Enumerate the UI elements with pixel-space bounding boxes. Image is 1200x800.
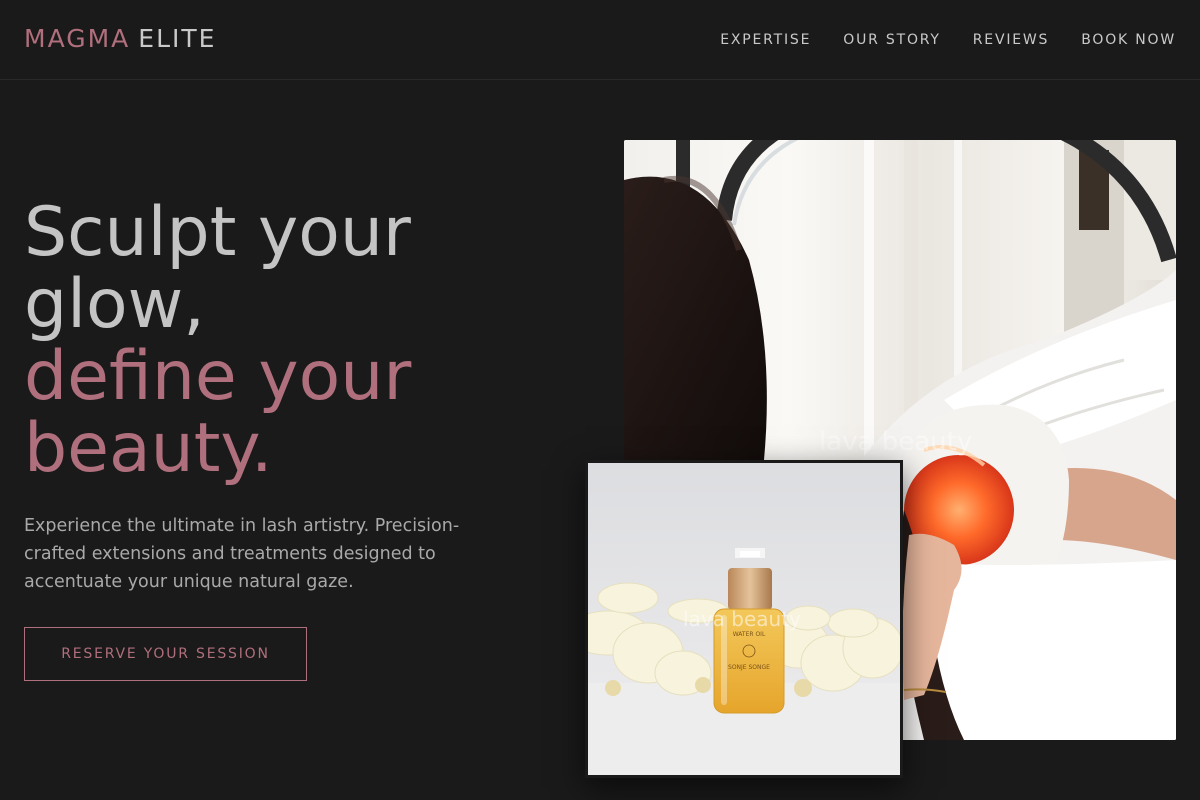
reserve-session-button[interactable]: RESERVE YOUR SESSION bbox=[24, 627, 307, 681]
hero-description: Experience the ultimate in lash artistry… bbox=[24, 516, 460, 592]
nav-link-book-now[interactable]: BOOK NOW bbox=[1081, 30, 1176, 50]
serum-bottle-photo: WATER OIL SONJE SONGE lava beauty bbox=[585, 460, 903, 778]
bottle-label-brand: SONJE SONGE bbox=[728, 664, 770, 671]
hero-title: Sculpt your glow, define your beauty. bbox=[24, 197, 564, 485]
main-watermark-text: lava beauty bbox=[819, 427, 972, 457]
nav-link-reviews[interactable]: REVIEWS bbox=[973, 30, 1049, 50]
nav-link-our-story[interactable]: OUR STORY bbox=[843, 30, 941, 50]
hero-title-line2: define your beauty. bbox=[24, 337, 412, 488]
site-header: MAGMA ELITE EXPERTISE OUR STORY REVIEWS B… bbox=[0, 0, 1200, 80]
main-nav: EXPERTISE OUR STORY REVIEWS BOOK NOW bbox=[720, 30, 1176, 50]
bottle-label-top: WATER OIL bbox=[733, 631, 766, 638]
hero-title-line1: Sculpt your glow, bbox=[24, 193, 411, 344]
brand-name-first: MAGMA bbox=[24, 24, 131, 53]
nav-link-expertise[interactable]: EXPERTISE bbox=[720, 30, 811, 50]
brand-name-second: ELITE bbox=[138, 24, 217, 53]
brand-logo[interactable]: MAGMA ELITE bbox=[24, 24, 216, 54]
small-watermark-text: lava beauty bbox=[683, 607, 801, 631]
